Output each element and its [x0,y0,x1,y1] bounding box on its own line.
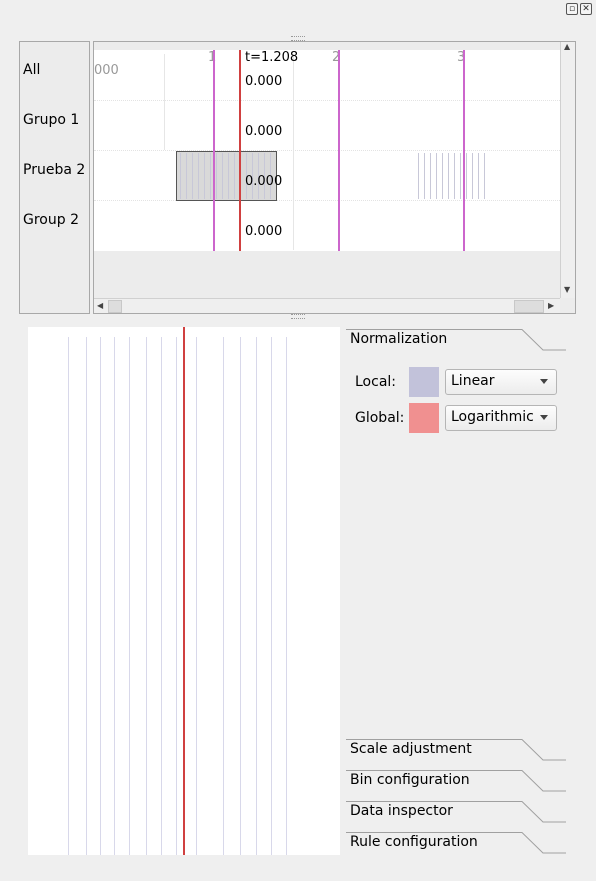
event-bar [204,153,205,199]
histogram-cursor-line[interactable] [183,327,185,855]
time-tick-prefix: 000 [94,63,119,78]
close-window-icon[interactable]: ✕ [580,3,592,15]
cursor-time-label: t=1.208 [245,50,299,65]
float-window-icon[interactable]: ▫ [566,3,578,15]
event-bar [436,153,437,199]
scroll-thumb-end[interactable] [514,300,544,313]
event-bar [466,153,467,199]
tab-rule-configuration-label: Rule configuration [350,834,478,850]
event-line [293,54,294,250]
event-bar [210,153,211,199]
scroll-right-icon[interactable]: ▶ [548,301,554,310]
scroll-down-icon[interactable]: ▼ [564,285,570,294]
tab-normalization-label: Normalization [350,331,448,347]
event-bar [216,153,217,199]
event-bar [472,153,473,199]
global-label: Global: [355,410,405,426]
splitter-handle-middle[interactable] [291,314,305,319]
global-color-swatch[interactable] [409,403,439,433]
vertical-scrollbar[interactable]: ▲ ▼ [560,42,575,298]
histogram-bin-line [176,337,177,855]
row-label-group-2[interactable]: Group 2 [23,212,79,228]
marker-line-3[interactable] [463,50,465,251]
event-bar [478,153,479,199]
tab-scale-adjustment[interactable]: Scale adjustment [346,739,566,761]
tab-rule-configuration[interactable]: Rule configuration [346,832,566,854]
local-label: Local: [355,374,397,390]
histogram-bin-line [146,337,147,855]
scroll-thumb[interactable] [108,300,122,313]
histogram-bin-line [240,337,241,855]
event-bar [442,153,443,199]
event-bar [454,153,455,199]
event-bar [186,153,187,199]
row-value-prueba-2: 0.000 [245,174,283,189]
global-mode-value: Logarithmic [451,409,534,425]
histogram-bin-line [100,337,101,855]
event-bar [180,153,181,199]
scroll-left-icon[interactable]: ◀ [97,301,103,310]
histogram-view[interactable] [28,327,340,855]
local-mode-value: Linear [451,373,495,389]
event-bar [198,153,199,199]
event-bar [484,153,485,199]
timeline-canvas[interactable]: 000 1 2 3 t=1.208 0.000 0.000 0.000 0.00… [94,50,560,251]
histogram-bin-line [161,337,162,855]
row-separator [94,200,560,201]
event-bar [448,153,449,199]
event-bar [192,153,193,199]
global-mode-select[interactable]: Logarithmic [445,405,557,431]
horizontal-scrollbar[interactable]: ◀ ▶ [94,298,560,313]
event-bar [460,153,461,199]
local-mode-select[interactable]: Linear [445,369,557,395]
scroll-up-icon[interactable]: ▲ [564,42,570,51]
tab-data-inspector[interactable]: Data inspector [346,801,566,823]
row-label-panel: All Grupo 1 Prueba 2 Group 2 [19,41,90,314]
event-bar [234,153,235,199]
row-value-group-2: 0.000 [245,224,283,239]
tab-scale-adjustment-label: Scale adjustment [350,741,472,757]
tab-normalization[interactable]: Normalization [346,329,566,351]
row-label-prueba-2[interactable]: Prueba 2 [23,162,85,178]
marker-line-2[interactable] [338,50,340,251]
row-value-grupo-1: 0.000 [245,124,283,139]
row-value-all: 0.000 [245,74,283,89]
time-cursor-line[interactable] [239,50,241,251]
histogram-bin-line [223,337,224,855]
histogram-bin-line [196,337,197,855]
histogram-bin-line [286,337,287,855]
event-line [164,54,165,150]
row-label-all[interactable]: All [23,62,40,78]
marker-line-1[interactable] [213,50,215,251]
tab-bin-configuration-label: Bin configuration [350,772,470,788]
histogram-bin-line [68,337,69,855]
event-bar [424,153,425,199]
event-bars-group-b [418,153,492,199]
histogram-bin-line [256,337,257,855]
tab-bin-configuration[interactable]: Bin configuration [346,770,566,792]
histogram-bin-line [114,337,115,855]
histogram-bin-line [271,337,272,855]
histogram-bin-line [129,337,130,855]
event-bar [222,153,223,199]
local-color-swatch[interactable] [409,367,439,397]
timeline-view[interactable]: 000 1 2 3 t=1.208 0.000 0.000 0.000 0.00… [93,41,576,314]
event-bar [430,153,431,199]
event-bar [228,153,229,199]
event-bar [418,153,419,199]
histogram-bin-line [86,337,87,855]
tab-data-inspector-label: Data inspector [350,803,453,819]
row-label-grupo-1[interactable]: Grupo 1 [23,112,79,128]
chevron-down-icon [540,415,548,420]
chevron-down-icon [540,379,548,384]
row-separator [94,150,560,151]
